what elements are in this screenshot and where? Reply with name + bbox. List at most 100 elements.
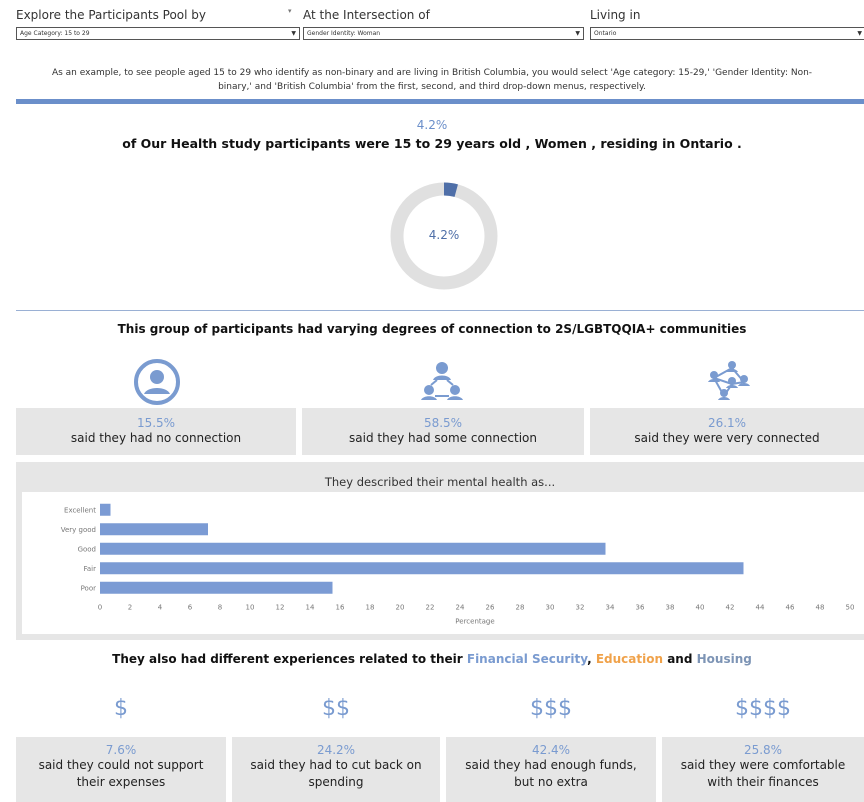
stat-percentage: 42.4% — [531, 743, 571, 757]
financial-security-label: Financial Security — [466, 652, 588, 666]
stat-percentage: 24.2% — [316, 743, 356, 757]
x-tick-label: 30 — [546, 604, 555, 612]
mental-health-bar-chart: ExcellentVery goodGoodFairPoor0 2 4 6 8 10 12 1… — [22, 492, 864, 634]
x-tick-label: 44 — [756, 604, 765, 612]
x-tick-label: 20 — [396, 604, 405, 612]
x-tick-label: 32 — [576, 604, 585, 612]
stat-description-line1: said they could not support — [38, 758, 204, 772]
connection-stat-card: 58.5% said they had some connection — [302, 408, 584, 455]
donut-center-label: 4.2% — [428, 228, 460, 242]
category-label: Very good — [61, 526, 96, 534]
dollar-sign-icon: $$$$ — [735, 696, 791, 721]
stat-description-line1: said they had to cut back on — [250, 758, 422, 772]
donut-segment — [443, 182, 458, 197]
stat-description-line2: their expenses — [76, 775, 166, 789]
stat-description-line1: said they had enough funds, — [465, 758, 637, 772]
chart-title: They described their mental health as... — [324, 475, 556, 489]
stat-description-line1: said they were comfortable — [680, 758, 846, 772]
bar — [100, 523, 208, 536]
x-tick-label: 0 — [98, 604, 102, 612]
x-tick-label: 40 — [696, 604, 705, 612]
participants-select[interactable]: Age Category: 15 to 29 ▼ — [16, 27, 300, 40]
dollar-sign-icon: $ — [114, 696, 128, 721]
x-tick-label: 6 — [188, 604, 193, 612]
connection-stat-card: 15.5% said they had no connection — [16, 408, 296, 455]
living-select[interactable]: Ontario ▼ — [590, 27, 864, 40]
stat-description: said they had no connection — [70, 431, 242, 445]
participants-select-value: Age Category: 15 to 29 — [20, 30, 90, 37]
bar — [100, 503, 111, 516]
section-divider — [16, 310, 864, 311]
experiences-heading-prefix: They also had different experiences rela… — [112, 652, 467, 666]
people-web-icon — [708, 361, 750, 400]
section-divider — [16, 99, 864, 104]
x-tick-label: 46 — [786, 604, 795, 612]
people-network-icon — [421, 362, 463, 400]
stat-percentage: 15.5% — [136, 416, 176, 430]
chevron-down-icon[interactable]: ▼ — [575, 28, 580, 39]
example-line-1: As an example, to see people aged 15 to … — [51, 68, 813, 78]
connection-stat-card: 26.1% said they were very connected — [590, 408, 864, 455]
finance-stat-card: 24.2% said they had to cut back on spend… — [232, 737, 440, 802]
summary-text: of Our Health study participants were 15… — [122, 136, 742, 151]
finance-stat-card: 7.6% said they could not support their e… — [16, 737, 226, 802]
stat-percentage: 26.1% — [707, 416, 747, 430]
experiences-heading: They also had different experiences rela… — [0, 652, 864, 666]
chevron-down-icon[interactable]: ▼ — [291, 28, 296, 39]
education-label: Education — [595, 652, 664, 666]
connection-heading: This group of participants had varying d… — [117, 322, 747, 336]
x-tick-label: 36 — [636, 604, 645, 612]
bar — [100, 581, 333, 594]
x-tick-label: 2 — [128, 604, 132, 612]
participants-filter-label: Explore the Participants Pool by — [16, 8, 207, 22]
stat-percentage: 58.5% — [423, 416, 463, 430]
stat-description: said they were very connected — [634, 431, 820, 445]
stat-description-line2: but no extra — [514, 775, 588, 789]
x-tick-label: 18 — [366, 604, 375, 612]
x-axis-label: Percentage — [455, 618, 494, 626]
stat-description-line2: with their finances — [707, 775, 819, 789]
category-label: Poor — [81, 584, 97, 592]
x-tick-label: 50 — [846, 604, 855, 612]
living-select-value: Ontario — [594, 30, 617, 37]
heading-and: and — [663, 652, 697, 666]
finance-stat-card: 42.4% said they had enough funds, but no… — [446, 737, 656, 802]
living-filter-label: Living in — [590, 8, 641, 22]
stat-description-line2: spending — [308, 775, 364, 789]
stat-percentage: 7.6% — [105, 743, 137, 757]
summary-percentage: 4.2% — [416, 118, 448, 132]
x-tick-label: 48 — [816, 604, 825, 612]
x-tick-label: 8 — [218, 604, 222, 612]
intersection-filter-label: At the Intersection of — [303, 8, 430, 22]
x-tick-label: 12 — [276, 604, 285, 612]
housing-label: Housing — [696, 652, 752, 666]
dollar-sign-icon: $$ — [322, 696, 350, 721]
x-tick-label: 24 — [456, 604, 465, 612]
x-tick-label: 16 — [336, 604, 345, 612]
x-tick-label: 4 — [158, 604, 163, 612]
chevron-down-icon[interactable]: ▼ — [857, 28, 862, 39]
bar — [100, 542, 606, 555]
stat-percentage: 25.8% — [743, 743, 783, 757]
finance-stat-card: 25.8% said they were comfortable with th… — [662, 737, 864, 802]
intersection-select[interactable]: Gender Identity: Woman ▼ — [303, 27, 584, 40]
category-label: Good — [78, 545, 96, 553]
x-tick-label: 42 — [726, 604, 735, 612]
x-tick-label: 14 — [306, 604, 315, 612]
category-label: Excellent — [64, 506, 96, 514]
filter-menu-arrow-icon[interactable]: ▾ — [288, 7, 292, 15]
example-line-2: binary,' and 'British Columbia' from the… — [218, 82, 646, 92]
example-instructions: As an example, to see people aged 15 to … — [0, 66, 864, 94]
x-tick-label: 38 — [666, 604, 675, 612]
stat-description: said they had some connection — [349, 431, 537, 445]
dollar-sign-icon: $$$ — [530, 696, 572, 721]
x-tick-label: 10 — [246, 604, 255, 612]
intersection-select-value: Gender Identity: Woman — [307, 30, 381, 37]
x-tick-label: 28 — [516, 604, 525, 612]
x-tick-label: 26 — [486, 604, 495, 612]
x-tick-label: 22 — [426, 604, 435, 612]
bar — [100, 562, 744, 575]
heading-comma: , — [587, 652, 596, 666]
x-tick-label: 34 — [606, 604, 615, 612]
category-label: Fair — [84, 565, 97, 573]
